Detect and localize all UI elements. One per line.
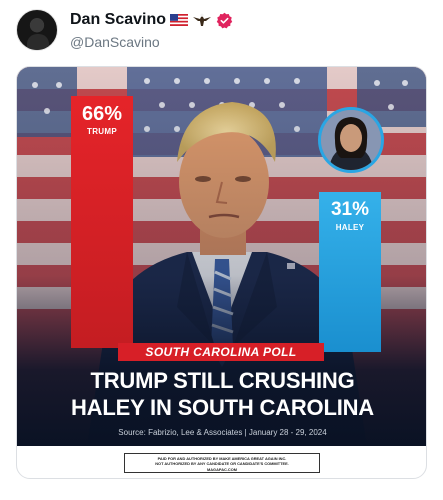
media-card[interactable]: 66% TRUMP 31% HALEY SOUTH CAROLINA POLL … xyxy=(16,66,427,479)
poll-source: Source: Fabrizio, Lee & Associates | Jan… xyxy=(118,428,327,437)
author-name-row: Dan Scavino xyxy=(70,11,233,29)
poll-badge: SOUTH CAROLINA POLL xyxy=(118,343,324,361)
us-flag-icon xyxy=(170,14,189,26)
headline-line-1: TRUMP STILL CRUSHING xyxy=(90,368,355,393)
eagle-icon xyxy=(193,13,212,26)
trump-label: TRUMP xyxy=(87,127,117,136)
trump-percent: 66% xyxy=(81,103,123,125)
tweet-header: Dan Scavino @DanScavino xyxy=(0,0,443,66)
headline-line-2: HALEY IN SOUTH CAROLINA xyxy=(70,395,374,420)
author-display-name[interactable]: Dan Scavino xyxy=(70,11,166,29)
haley-label: HALEY xyxy=(335,223,365,232)
verified-badge-icon xyxy=(216,12,233,28)
author-handle[interactable]: @DanScavino xyxy=(70,34,160,50)
paid-for-disclaimer: PAID FOR AND AUTHORIZED BY MAKE AMERICA … xyxy=(124,453,320,473)
author-avatar[interactable] xyxy=(16,9,58,51)
headline: TRUMP STILL CRUSHING HALEY IN SOUTH CARO… xyxy=(17,367,426,421)
avatar-silhouette xyxy=(27,34,49,50)
poll-graphic: 66% TRUMP 31% HALEY SOUTH CAROLINA POLL … xyxy=(17,67,426,446)
haley-portrait-image xyxy=(321,110,381,170)
haley-portrait xyxy=(318,107,384,173)
disclaimer-line-3: MAGAPAC.COM xyxy=(207,466,237,472)
haley-percent: 31% xyxy=(330,199,370,220)
